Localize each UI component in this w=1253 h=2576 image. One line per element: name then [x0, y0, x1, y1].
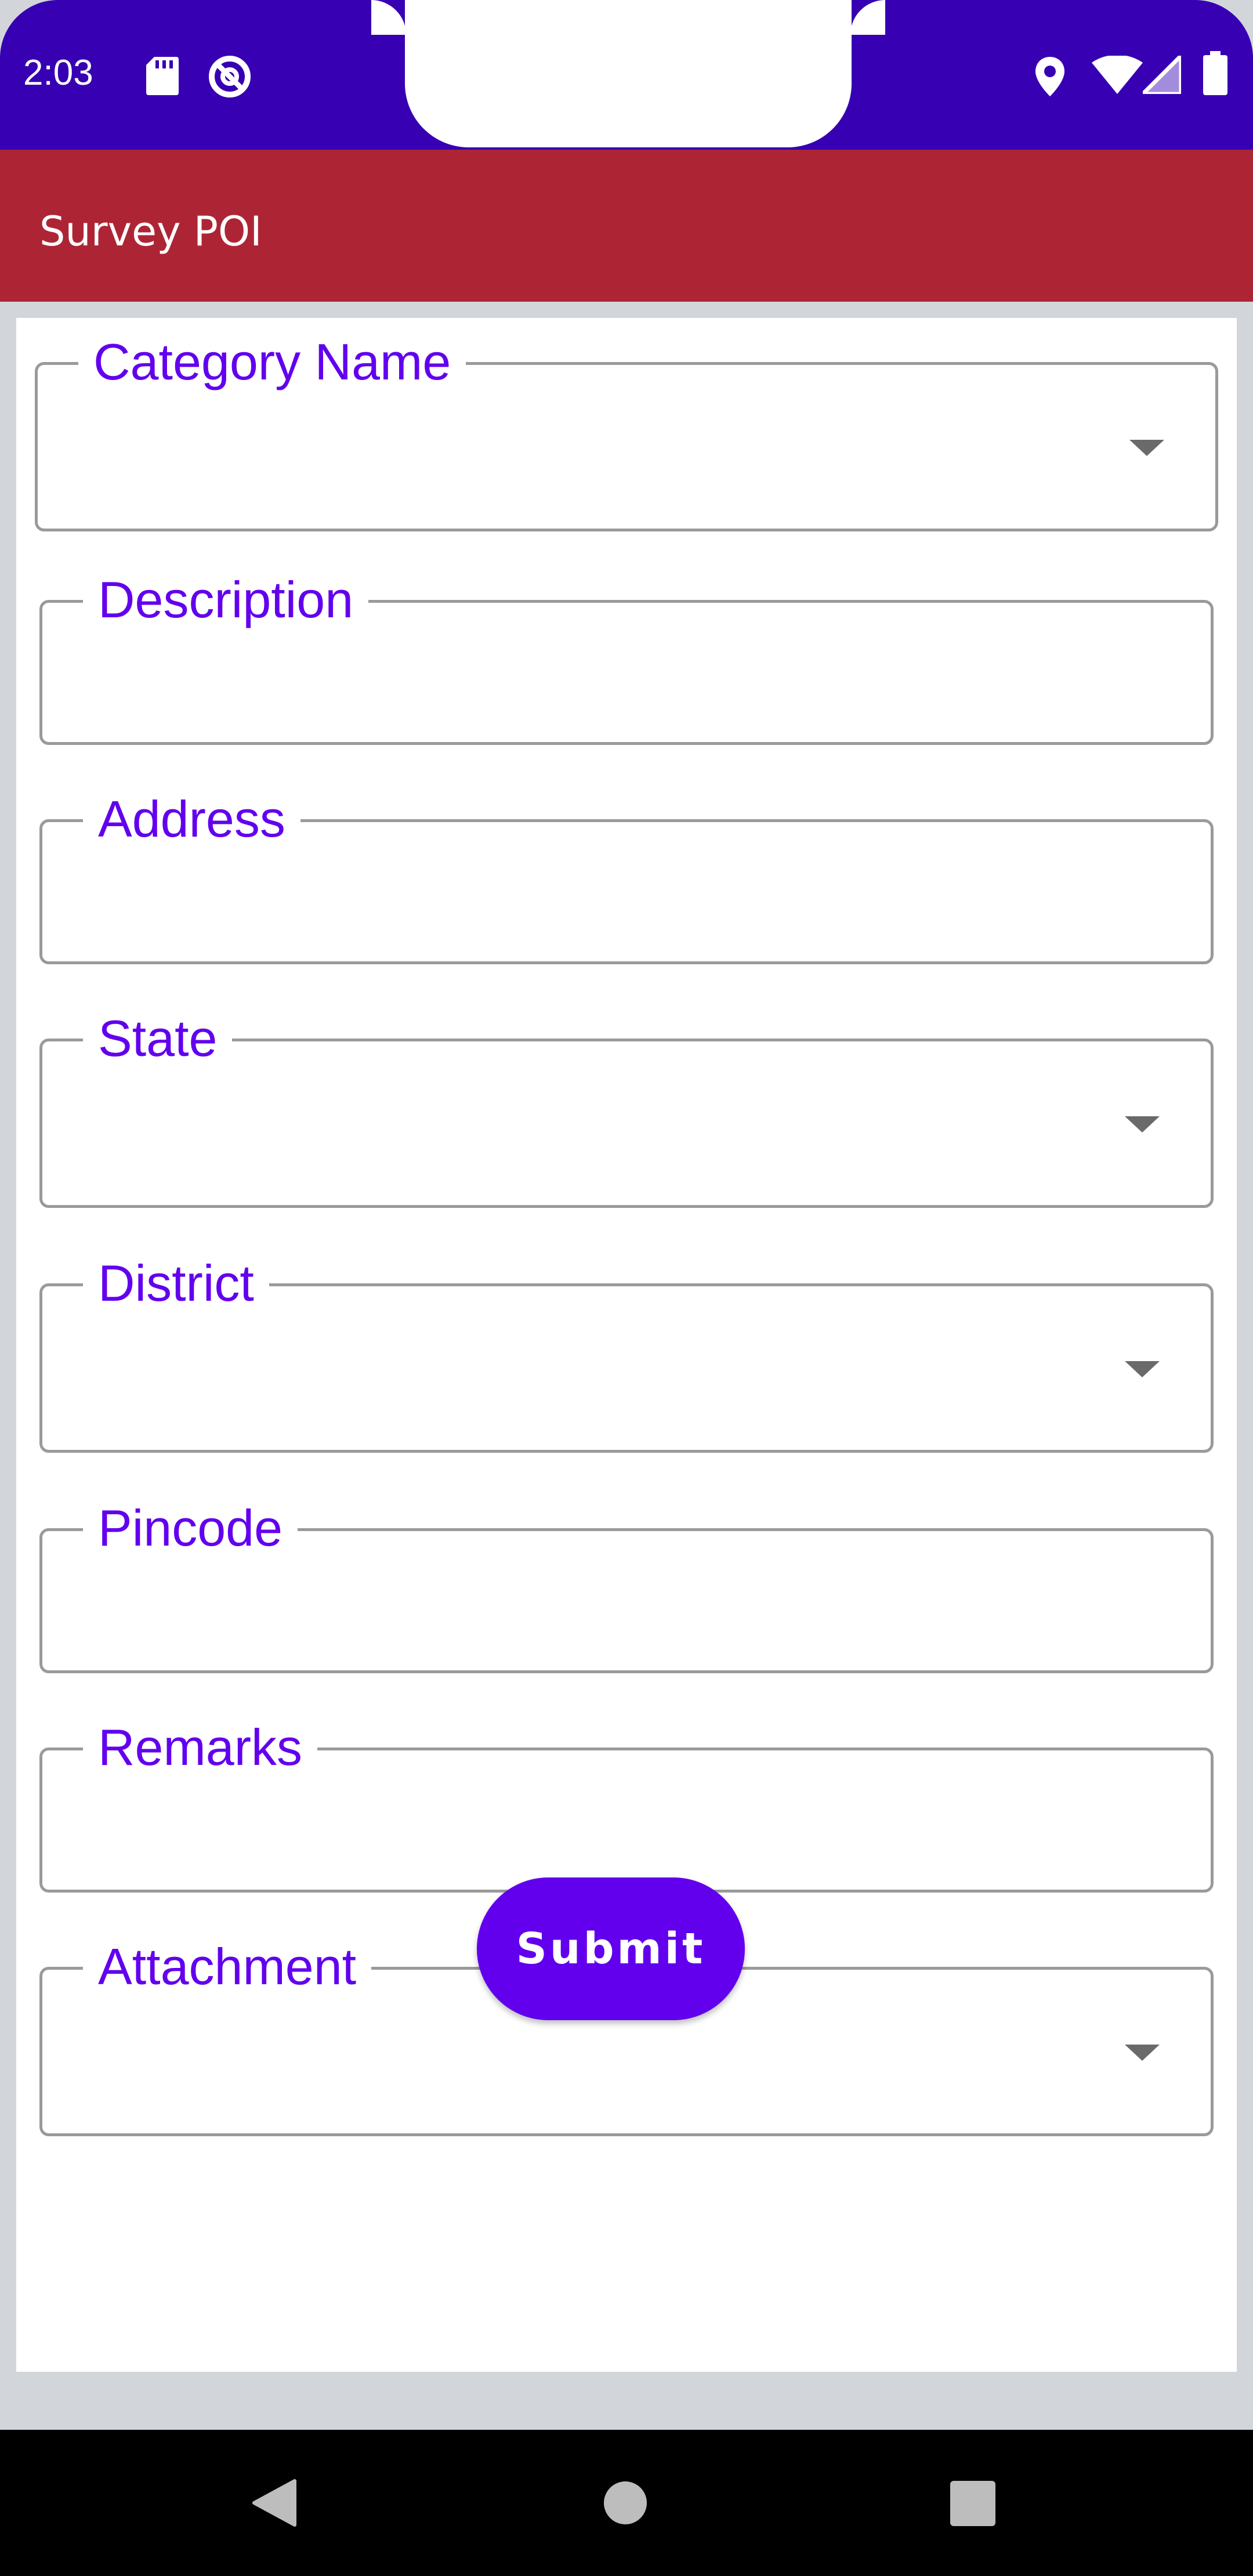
- remarks-field[interactable]: Remarks: [39, 1716, 1214, 1893]
- pincode-field[interactable]: Pincode: [39, 1496, 1214, 1673]
- address-field[interactable]: Address: [39, 787, 1214, 964]
- app-bar: Survey POI: [0, 150, 1253, 302]
- district-dropdown[interactable]: District: [39, 1251, 1214, 1453]
- recents-icon[interactable]: [950, 2481, 995, 2526]
- chevron-down-icon: [1125, 2045, 1160, 2061]
- submit-button[interactable]: Submit: [477, 1877, 745, 2020]
- cellular-signal-icon: [1143, 56, 1181, 94]
- battery-icon: [1203, 51, 1227, 95]
- do-not-disturb-icon: [209, 56, 251, 97]
- sd-card-icon: [146, 57, 179, 95]
- chevron-down-icon: [1129, 440, 1164, 456]
- address-input[interactable]: [77, 845, 1176, 944]
- chevron-down-icon: [1125, 1116, 1160, 1133]
- page-title: Survey POI: [39, 208, 262, 255]
- wifi-icon: [1092, 56, 1143, 94]
- back-icon[interactable]: [251, 2479, 297, 2527]
- attachment-label: Attachment: [83, 1935, 372, 1999]
- status-bar: 2:03: [0, 0, 1253, 150]
- home-icon[interactable]: [603, 2481, 647, 2525]
- address-label: Address: [83, 787, 300, 851]
- state-dropdown[interactable]: State: [39, 1007, 1214, 1208]
- category-name-value: [73, 388, 1180, 511]
- category-name-label: Category Name: [78, 330, 466, 394]
- state-value: [77, 1065, 1176, 1188]
- state-label: State: [83, 1007, 233, 1070]
- remarks-input[interactable]: [77, 1774, 1176, 1872]
- category-name-dropdown[interactable]: Category Name: [35, 330, 1218, 531]
- pincode-label: Pincode: [83, 1496, 298, 1560]
- district-label: District: [83, 1251, 269, 1315]
- notch-edge: [850, 0, 885, 35]
- survey-form-card: Category Name Description Address State …: [16, 318, 1237, 2372]
- district-value: [77, 1309, 1176, 1432]
- location-icon: [1035, 57, 1064, 96]
- description-label: Description: [83, 568, 369, 632]
- camera-notch: [405, 0, 852, 147]
- description-field[interactable]: Description: [39, 568, 1214, 745]
- chevron-down-icon: [1125, 1361, 1160, 1377]
- status-time: 2:03: [23, 53, 93, 93]
- navigation-bar: [0, 2430, 1253, 2576]
- remarks-label: Remarks: [83, 1716, 318, 1779]
- description-input[interactable]: [77, 626, 1176, 725]
- pincode-input[interactable]: [77, 1554, 1176, 1653]
- notch-edge: [371, 0, 406, 35]
